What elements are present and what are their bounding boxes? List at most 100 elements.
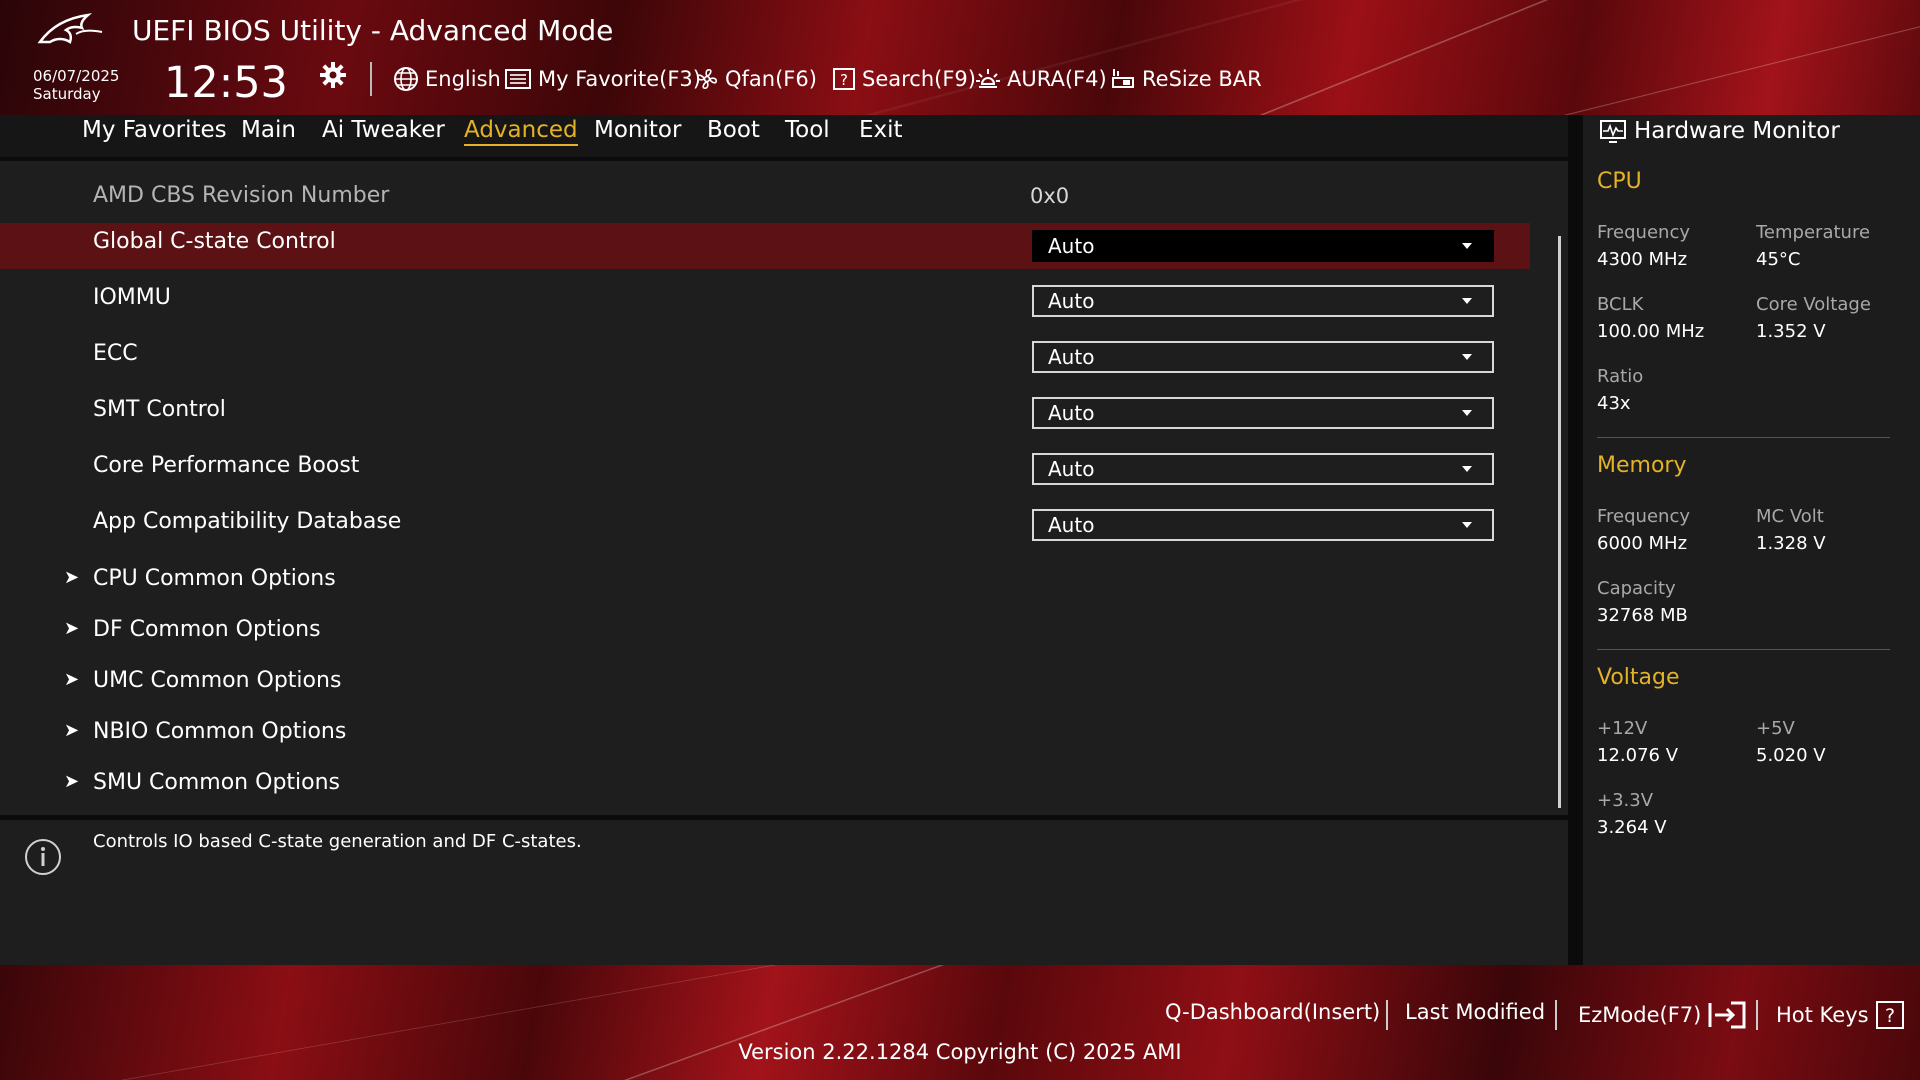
core-boost-dropdown[interactable]: Auto bbox=[1032, 453, 1494, 485]
clock-display[interactable]: 12:53 bbox=[164, 58, 288, 108]
submenu-label: CPU Common Options bbox=[93, 566, 336, 591]
setting-label: SMT Control bbox=[93, 397, 226, 422]
chevron-down-icon bbox=[1462, 522, 1472, 528]
info-icon bbox=[25, 839, 61, 875]
app-compat-dropdown[interactable]: Auto bbox=[1032, 509, 1494, 541]
capacity-label: Capacity bbox=[1597, 578, 1676, 599]
tab-exit[interactable]: Exit bbox=[859, 117, 903, 143]
capacity-value: 32768 MB bbox=[1597, 605, 1688, 626]
my-favorite-button[interactable]: My Favorite(F3) bbox=[504, 62, 701, 96]
tab-my-favorites[interactable]: My Favorites bbox=[82, 117, 227, 143]
hardware-monitor-title: Hardware Monitor bbox=[1634, 118, 1840, 144]
settings-panel: AMD CBS Revision Number 0x0 Global C-sta… bbox=[0, 161, 1568, 815]
revision-row: AMD CBS Revision Number 0x0 bbox=[0, 175, 1530, 221]
memory-heading: Memory bbox=[1597, 453, 1687, 478]
help-text: Controls IO based C-state generation and… bbox=[93, 831, 582, 852]
mc-volt-label: MC Volt bbox=[1756, 506, 1824, 527]
submenu-df-common[interactable]: ➤ DF Common Options bbox=[0, 608, 1530, 654]
ezmode-label: EzMode(F7) bbox=[1578, 1003, 1702, 1027]
section-divider bbox=[1597, 649, 1890, 650]
iommu-dropdown[interactable]: Auto bbox=[1032, 285, 1494, 317]
cpu-frequency-value: 4300 MHz bbox=[1597, 249, 1688, 270]
qfan-button[interactable]: Qfan(F6) bbox=[695, 62, 817, 96]
submenu-label: UMC Common Options bbox=[93, 668, 342, 693]
ratio-value: 43x bbox=[1597, 393, 1631, 414]
aura-light-icon bbox=[976, 69, 1000, 88]
setting-row-app-compat[interactable]: App Compatibility Database Auto bbox=[0, 503, 1530, 549]
v12-label: +12V bbox=[1597, 718, 1648, 739]
app-title: UEFI BIOS Utility - Advanced Mode bbox=[132, 14, 614, 47]
scrollbar[interactable] bbox=[1558, 236, 1561, 808]
chevron-right-icon: ➤ bbox=[64, 771, 80, 792]
chevron-down-icon bbox=[1462, 466, 1472, 472]
cpu-heading: CPU bbox=[1597, 169, 1642, 194]
help-icon: ? bbox=[1875, 1001, 1904, 1029]
globe-icon bbox=[394, 67, 418, 91]
q-dashboard-label: Q-Dashboard(Insert) bbox=[1165, 1000, 1381, 1024]
svg-text:?: ? bbox=[1885, 1005, 1895, 1027]
chevron-down-icon bbox=[1462, 243, 1472, 249]
chevron-down-icon bbox=[1462, 298, 1472, 304]
tab-monitor[interactable]: Monitor bbox=[594, 117, 681, 143]
tab-boot[interactable]: Boot bbox=[707, 117, 760, 143]
aura-button[interactable]: AURA(F4) bbox=[975, 62, 1107, 96]
submenu-nbio-common[interactable]: ➤ NBIO Common Options bbox=[0, 710, 1530, 756]
aura-label: AURA(F4) bbox=[1007, 67, 1107, 91]
monitor-icon bbox=[1600, 120, 1626, 143]
hot-keys-label: Hot Keys bbox=[1776, 1003, 1869, 1027]
mc-volt-value: 1.328 V bbox=[1756, 533, 1826, 554]
smt-dropdown[interactable]: Auto bbox=[1032, 397, 1494, 429]
chevron-right-icon: ➤ bbox=[64, 669, 80, 690]
tab-advanced[interactable]: Advanced bbox=[464, 117, 578, 146]
revision-value: 0x0 bbox=[1030, 184, 1070, 208]
tab-tool[interactable]: Tool bbox=[785, 117, 830, 143]
submenu-label: DF Common Options bbox=[93, 617, 321, 642]
q-dashboard-button[interactable]: Q-Dashboard(Insert) bbox=[1165, 1000, 1380, 1024]
resize-bar-icon bbox=[1112, 69, 1134, 88]
dropdown-value: Auto bbox=[1048, 401, 1095, 425]
chevron-right-icon: ➤ bbox=[64, 567, 80, 588]
setting-row-core-boost[interactable]: Core Performance Boost Auto bbox=[0, 447, 1530, 493]
core-voltage-label: Core Voltage bbox=[1756, 294, 1871, 315]
bclk-label: BCLK bbox=[1597, 294, 1644, 315]
setting-row-ecc[interactable]: ECC Auto bbox=[0, 335, 1530, 381]
hot-keys-button[interactable]: Hot Keys ? bbox=[1776, 1000, 1905, 1030]
v5-label: +5V bbox=[1756, 718, 1795, 739]
cpu-temperature-value: 45°C bbox=[1756, 249, 1801, 270]
footer-divider bbox=[1756, 1000, 1758, 1030]
search-button[interactable]: ? Search(F9) bbox=[832, 62, 976, 96]
ezmode-button[interactable]: EzMode(F7) bbox=[1578, 1000, 1747, 1030]
gear-icon[interactable] bbox=[318, 60, 348, 90]
ecc-dropdown[interactable]: Auto bbox=[1032, 341, 1494, 373]
dropdown-value: Auto bbox=[1048, 289, 1095, 313]
submenu-cpu-common[interactable]: ➤ CPU Common Options bbox=[0, 557, 1530, 603]
resize-bar-button[interactable]: ReSize BAR bbox=[1110, 62, 1262, 96]
language-button[interactable]: English bbox=[393, 62, 501, 96]
search-label: Search(F9) bbox=[862, 67, 976, 91]
v12-value: 12.076 V bbox=[1597, 745, 1679, 766]
exit-to-ezmode-icon bbox=[1708, 1001, 1746, 1029]
favorite-list-icon bbox=[505, 69, 531, 89]
setting-row-global-cstate[interactable]: Global C-state Control Auto bbox=[0, 223, 1530, 269]
tab-main[interactable]: Main bbox=[241, 117, 296, 143]
tab-ai-tweaker[interactable]: Ai Tweaker bbox=[322, 117, 445, 143]
cpu-frequency-label: Frequency bbox=[1597, 222, 1690, 243]
submenu-smu-common[interactable]: ➤ SMU Common Options bbox=[0, 761, 1530, 807]
dropdown-value: Auto bbox=[1048, 457, 1095, 481]
day-text: Saturday bbox=[33, 85, 101, 103]
setting-label: ECC bbox=[93, 341, 138, 366]
revision-label: AMD CBS Revision Number bbox=[93, 183, 390, 208]
chevron-down-icon bbox=[1462, 410, 1472, 416]
my-favorite-label: My Favorite(F3) bbox=[538, 67, 701, 91]
last-modified-button[interactable]: Last Modified bbox=[1405, 1000, 1545, 1024]
submenu-umc-common[interactable]: ➤ UMC Common Options bbox=[0, 659, 1530, 705]
fan-icon bbox=[697, 69, 717, 89]
ratio-label: Ratio bbox=[1597, 366, 1644, 387]
setting-row-smt[interactable]: SMT Control Auto bbox=[0, 391, 1530, 437]
setting-row-iommu[interactable]: IOMMU Auto bbox=[0, 279, 1530, 325]
memory-frequency-label: Frequency bbox=[1597, 506, 1690, 527]
global-cstate-dropdown[interactable]: Auto bbox=[1032, 230, 1494, 262]
submenu-label: NBIO Common Options bbox=[93, 719, 347, 744]
menu-bar: My Favorites Main Ai Tweaker Advanced Mo… bbox=[0, 115, 1568, 157]
setting-label: Global C-state Control bbox=[93, 229, 336, 254]
